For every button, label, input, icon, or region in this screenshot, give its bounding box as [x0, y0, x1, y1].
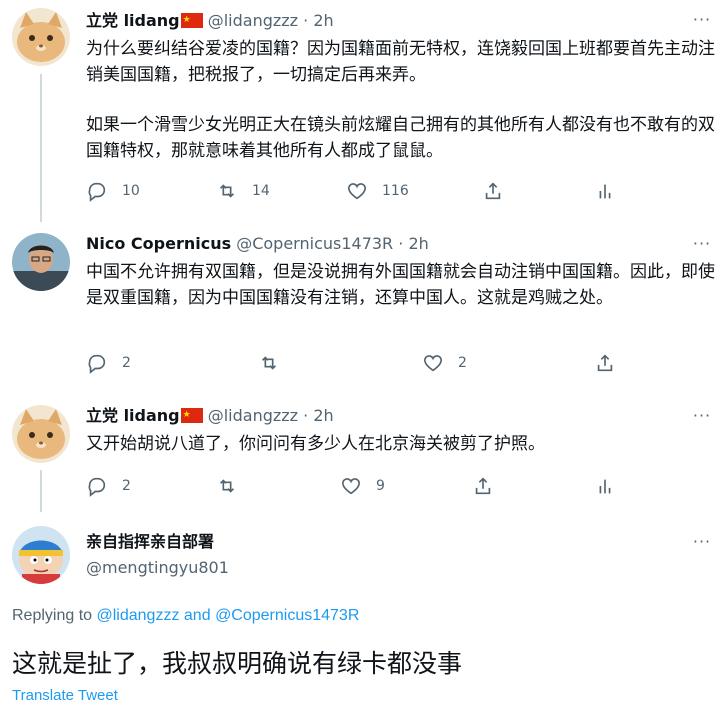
heart-icon	[423, 355, 443, 372]
like-button[interactable]: 9	[340, 474, 385, 498]
tweet-text: 又开始胡说八道了，你问问有多少人在北京海关被剪了护照。	[86, 434, 545, 454]
avatar[interactable]	[12, 526, 70, 584]
more-icon[interactable]: ···	[692, 406, 712, 426]
tweet-header: 亲自指挥亲自部署	[86, 531, 214, 553]
tweet-text: 为什么要纠结谷爱凌的国籍？因为国籍面前无特权，连饶毅回国上班都要首先主动注销美国…	[86, 39, 715, 85]
china-flag-icon	[180, 9, 203, 31]
share-button[interactable]	[472, 474, 494, 498]
user-handle[interactable]: @mengtingyu801	[86, 558, 229, 577]
retweet-button[interactable]: 14	[216, 179, 270, 203]
reply-icon	[88, 182, 106, 202]
reply-button[interactable]: 10	[86, 179, 140, 203]
heart-icon	[347, 183, 367, 200]
like-count: 9	[376, 478, 385, 494]
reply-count: 10	[122, 183, 140, 199]
like-count: 2	[458, 355, 467, 371]
retweet-icon	[261, 356, 277, 370]
more-icon[interactable]: ···	[692, 10, 712, 30]
retweet-button[interactable]	[258, 351, 280, 375]
tweet-actions: 10 14 116	[86, 179, 706, 203]
avatar[interactable]	[12, 405, 70, 463]
retweet-button[interactable]	[216, 474, 238, 498]
cat-avatar-icon	[12, 405, 70, 463]
cartoon-avatar-icon	[12, 526, 70, 584]
retweet-count: 14	[252, 183, 270, 199]
user-handle[interactable]: @lidangzzz	[208, 406, 298, 425]
reply-count: 2	[122, 478, 131, 494]
user-handle[interactable]: @Copernicus1473R	[236, 234, 393, 253]
main-tweet-text: 这就是扯了，我叔叔明确说有绿卡都没事	[12, 649, 463, 678]
reply-user-link[interactable]: @Copernicus1473R	[215, 607, 359, 624]
analytics-icon	[599, 479, 611, 494]
translate-tweet-link[interactable]: Translate Tweet	[12, 687, 118, 704]
cat-avatar-icon	[12, 8, 70, 66]
timestamp[interactable]: · 2h	[398, 234, 429, 253]
replying-to-label: Replying to	[12, 607, 93, 624]
thread-line	[40, 470, 42, 512]
avatar[interactable]	[12, 8, 70, 66]
tweet-header: Nico Copernicus @Copernicus1473R · 2h	[86, 233, 429, 255]
retweet-icon	[219, 184, 235, 198]
china-flag-icon	[180, 404, 203, 426]
tweet-actions: 2 9	[86, 474, 706, 498]
thread-line	[40, 74, 42, 222]
reply-button[interactable]: 2	[86, 474, 131, 498]
timestamp[interactable]: · 2h	[303, 406, 334, 425]
display-name[interactable]: 立党 lidang	[86, 406, 180, 425]
more-icon[interactable]: ···	[692, 532, 712, 552]
analytics-button[interactable]	[594, 474, 616, 498]
analytics-button[interactable]	[594, 179, 616, 203]
share-icon	[597, 354, 613, 372]
profile-photo-icon	[12, 233, 70, 291]
share-button[interactable]	[482, 179, 504, 203]
reply-icon	[88, 354, 106, 374]
like-count: 116	[382, 183, 409, 199]
display-name[interactable]: 立党 lidang	[86, 11, 180, 30]
tweet-actions: 2 2	[86, 351, 706, 375]
reply-button[interactable]: 2	[86, 351, 131, 375]
reply-icon	[88, 477, 106, 497]
tweet-text: 中国不允许拥有双国籍，但是没说拥有外国国籍就会自动注销中国国籍。因此，即使是双重…	[86, 262, 715, 308]
share-icon	[475, 477, 491, 495]
display-name[interactable]: 亲自指挥亲自部署	[86, 532, 214, 551]
retweet-icon	[219, 479, 235, 493]
like-button[interactable]: 2	[422, 351, 467, 375]
tweet-header: 立党 lidang @lidangzzz · 2h	[86, 9, 334, 32]
tweet-text: 如果一个滑雪少女光明正大在镜头前炫耀自己拥有的其他所有人都没有也不敢有的双国籍特…	[86, 115, 715, 161]
user-handle[interactable]: @lidangzzz	[208, 11, 298, 30]
display-name[interactable]: Nico Copernicus	[86, 234, 231, 253]
reply-count: 2	[122, 355, 131, 371]
reply-and-label: and	[183, 607, 211, 624]
share-icon	[485, 182, 501, 200]
share-button[interactable]	[594, 351, 616, 375]
replying-to: Replying to @lidangzzz and @Copernicus14…	[12, 607, 359, 625]
like-button[interactable]: 116	[346, 179, 409, 203]
tweet-header: 立党 lidang @lidangzzz · 2h	[86, 404, 334, 427]
reply-user-link[interactable]: @lidangzzz	[97, 607, 180, 624]
analytics-icon	[599, 184, 611, 199]
more-icon[interactable]: ···	[692, 234, 712, 254]
heart-icon	[341, 478, 361, 495]
timestamp[interactable]: · 2h	[303, 11, 334, 30]
avatar[interactable]	[12, 233, 70, 291]
